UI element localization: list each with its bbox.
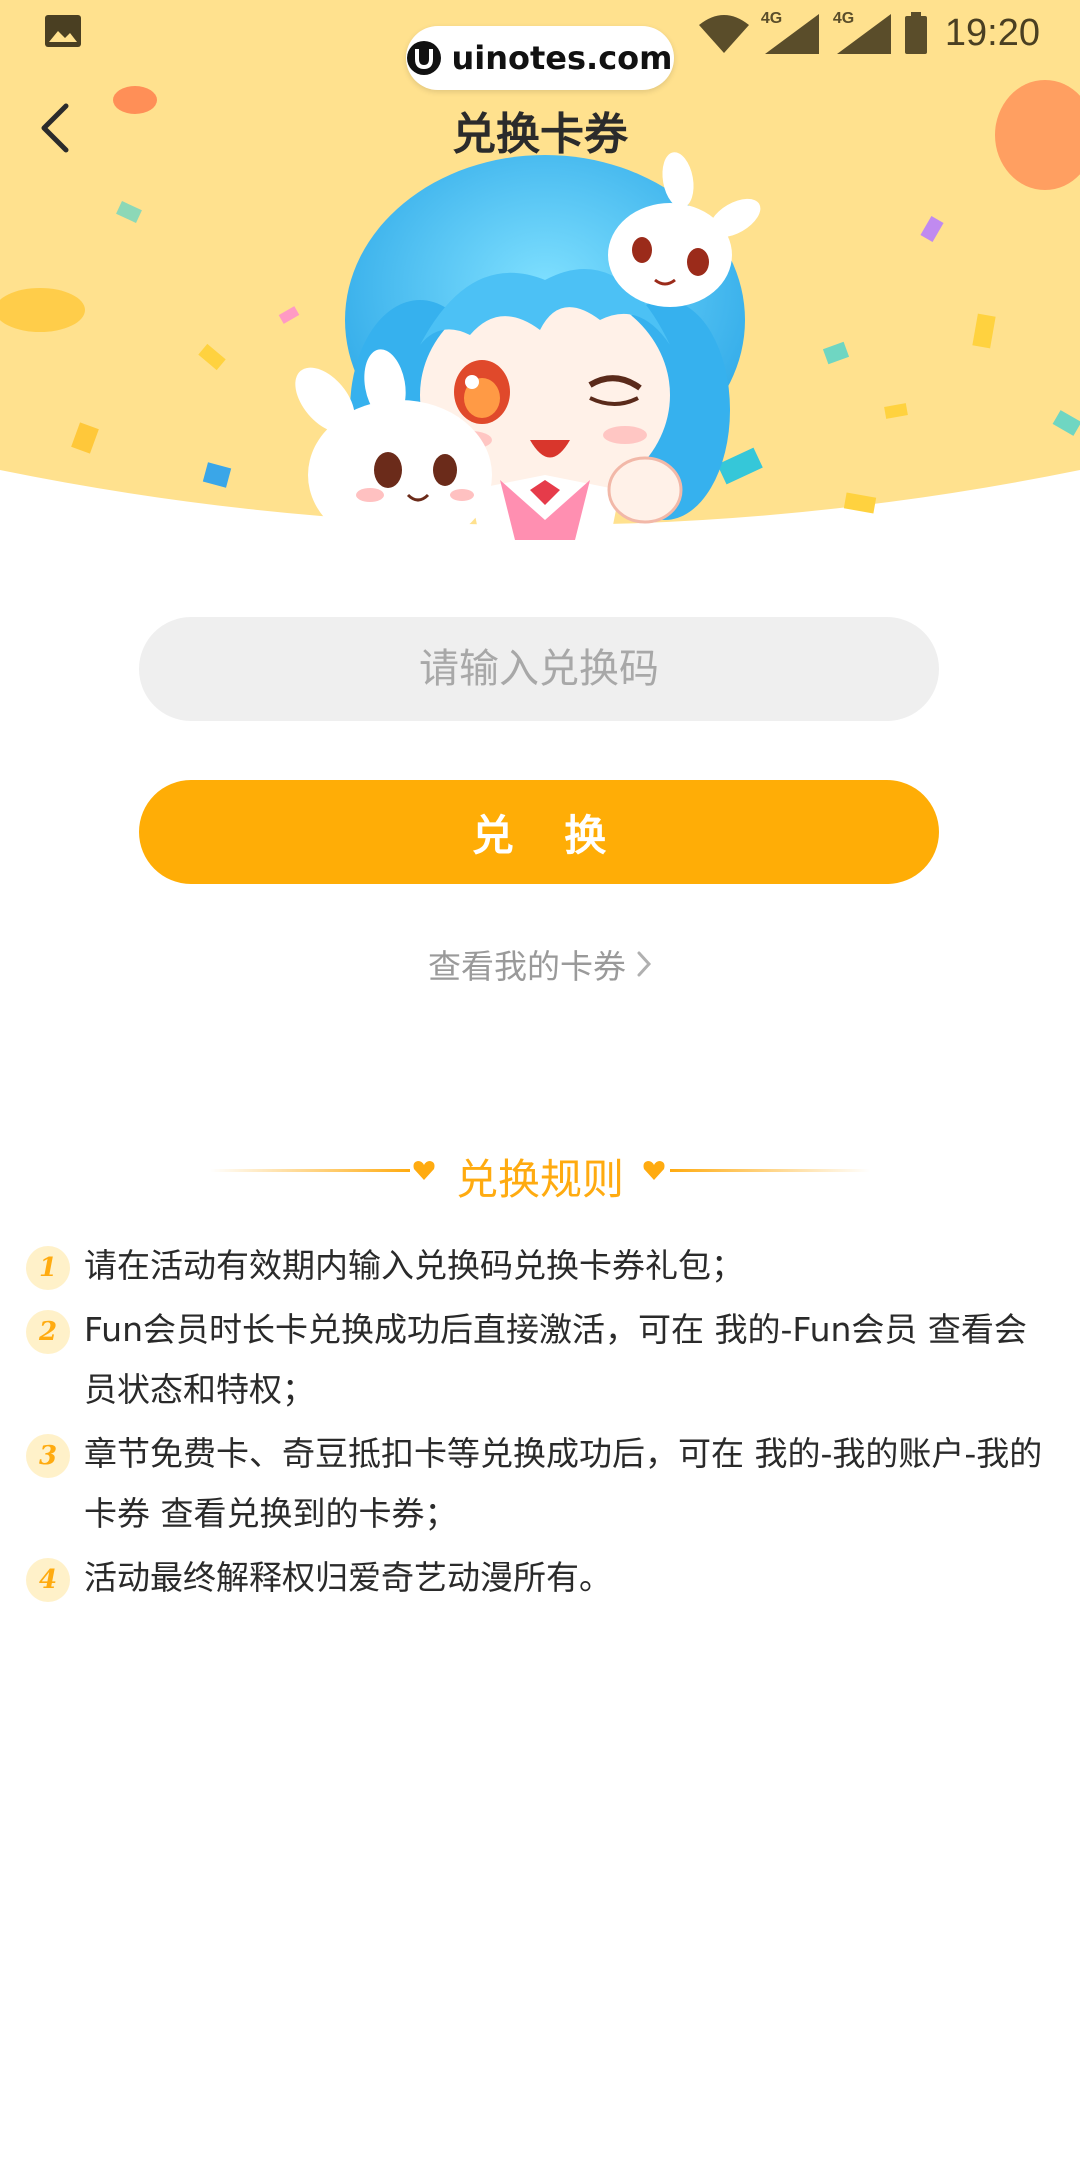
rule-item: 2 Fun会员时长卡兑换成功后直接激活，可在 我的-Fun会员 查看会员状态和特… [0, 1300, 1080, 1420]
view-my-coupons-link[interactable]: 查看我的卡券 [0, 940, 1080, 988]
watermark-text: uinotes.com [451, 39, 673, 77]
rule-number-badge: 3 [26, 1434, 70, 1478]
signal-2: 4G [833, 10, 895, 56]
view-my-coupons-label: 查看我的卡券 [428, 947, 626, 986]
rule-item: 1 请在活动有效期内输入兑换码兑换卡券礼包； [0, 1236, 1080, 1296]
rule-item: 4 活动最终解释权归爱奇艺动漫所有。 [0, 1548, 1080, 1608]
rule-number-badge: 1 [26, 1246, 70, 1290]
status-time: 19:20 [944, 11, 1040, 54]
photo-notification-icon [45, 15, 81, 47]
rules-title: 兑换规则 [455, 1155, 624, 1204]
redeem-coupon-page: 4G 4G 19:20 uinotes.com 兑换卡券 请输入兑换码 兑 换 … [0, 0, 1080, 2160]
divider-right [670, 1169, 870, 1172]
network-type-2: 4G [832, 10, 855, 27]
rule-number-badge: 4 [26, 1558, 70, 1602]
wifi-icon [698, 15, 749, 53]
rule-item: 3 章节免费卡、奇豆抵扣卡等兑换成功后，可在 我的-我的账户-我的卡券 查看兑换… [0, 1424, 1080, 1544]
signal-1: 4G [761, 10, 823, 56]
rule-number-badge: 2 [26, 1310, 70, 1354]
status-indicators: 4G 4G 19:20 [697, 8, 1040, 58]
heart-icon [643, 1161, 665, 1180]
rule-text: 章节免费卡、奇豆抵扣卡等兑换成功后，可在 我的-我的账户-我的卡券 查看兑换到的… [84, 1434, 1043, 1533]
watermark-badge: uinotes.com [406, 26, 674, 90]
rule-text: 请在活动有效期内输入兑换码兑换卡券礼包； [84, 1246, 744, 1285]
rule-text: 活动最终解释权归爱奇艺动漫所有。 [84, 1558, 612, 1597]
rule-text: Fun会员时长卡兑换成功后直接激活，可在 我的-Fun会员 查看会员状态和特权； [84, 1310, 1027, 1409]
redeem-button[interactable]: 兑 换 [139, 780, 939, 884]
battery-icon [904, 12, 927, 54]
rules-list: 1 请在活动有效期内输入兑换码兑换卡券礼包； 2 Fun会员时长卡兑换成功后直接… [0, 1236, 1080, 1612]
network-type-1: 4G [760, 10, 783, 27]
page-title: 兑换卡券 [452, 109, 628, 160]
redeem-code-input[interactable] [139, 617, 939, 721]
watermark-logo-icon [407, 41, 442, 75]
rules-header: 兑换规则 [0, 1142, 1080, 1204]
chevron-right-icon [637, 951, 652, 977]
